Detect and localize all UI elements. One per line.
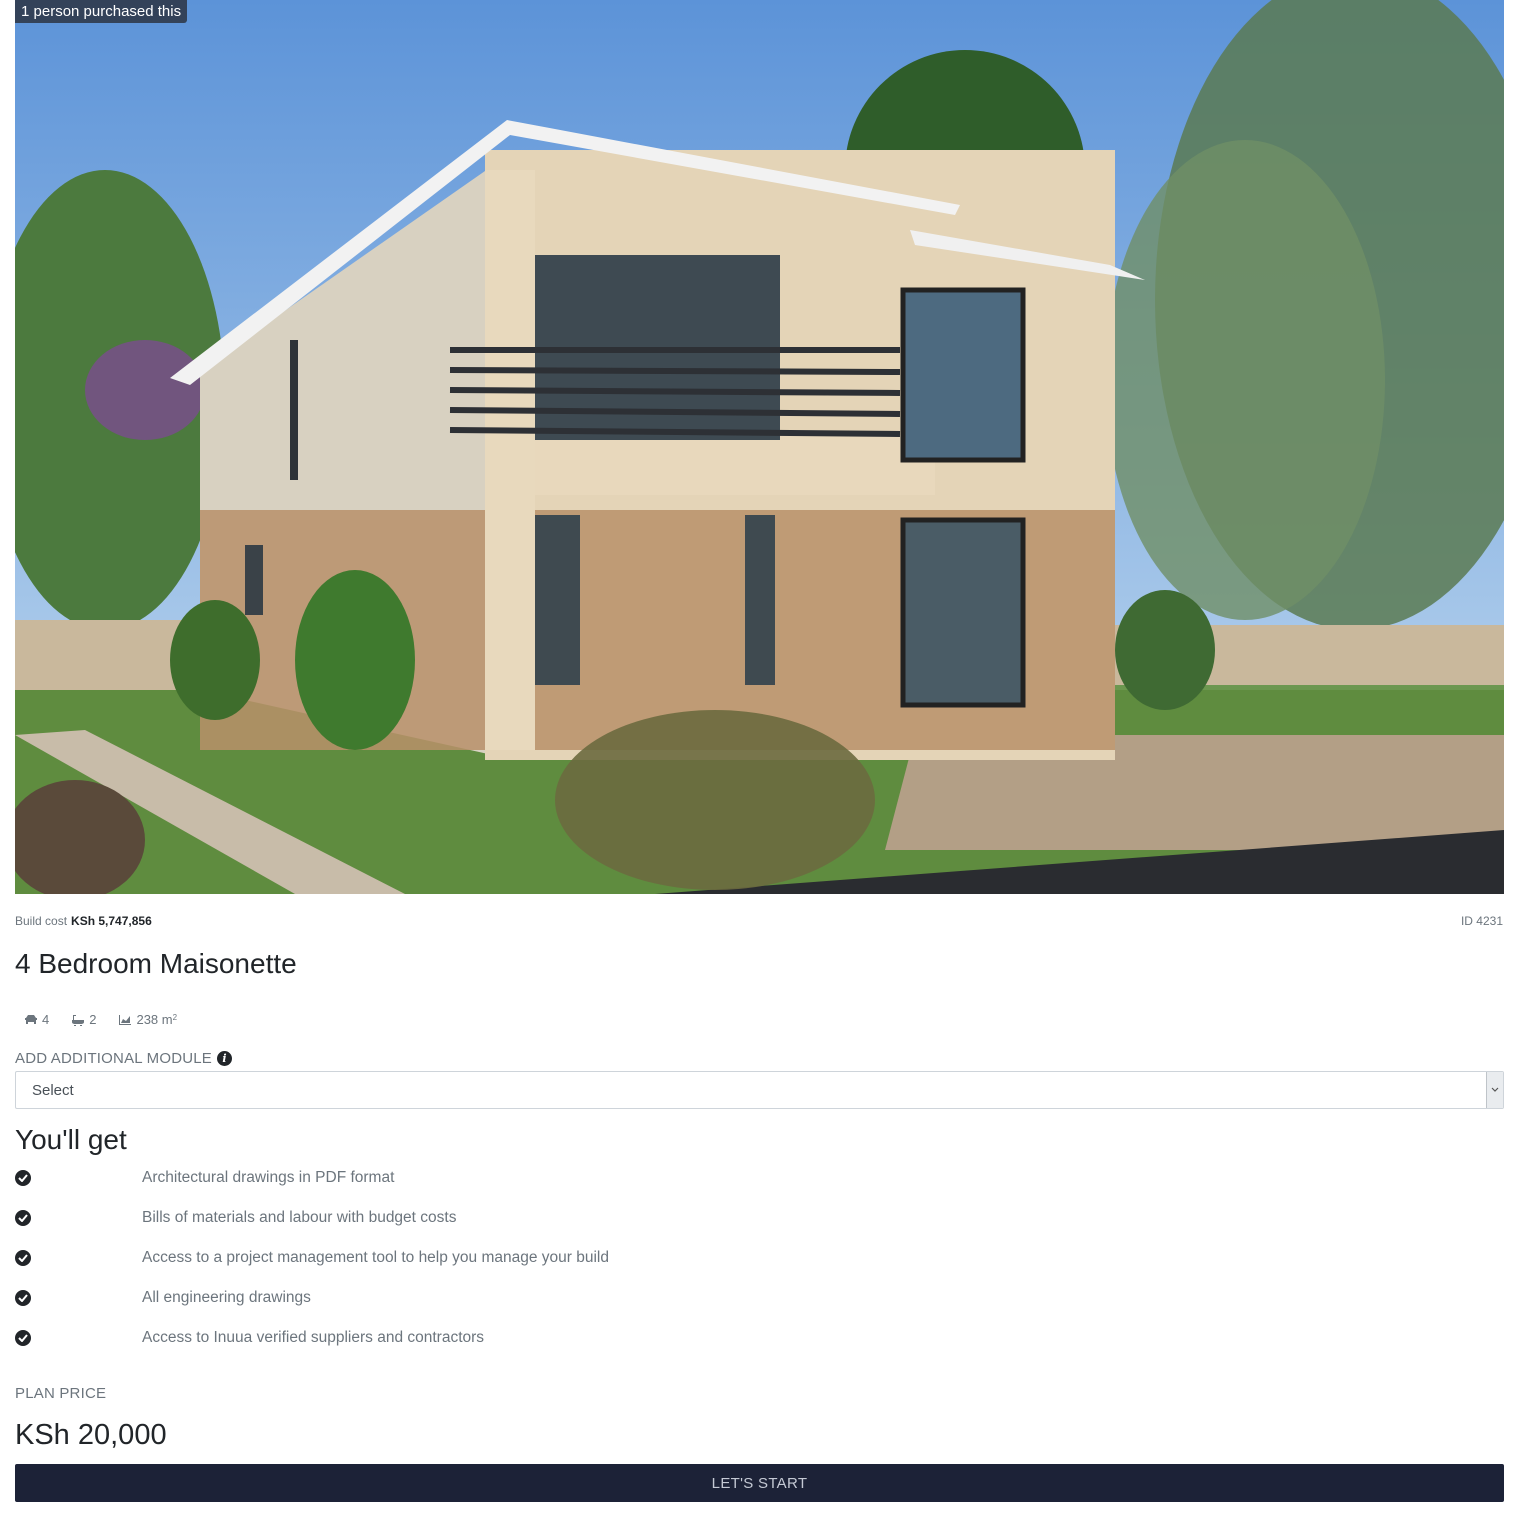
youll-get-heading: You'll get (15, 1124, 127, 1155)
list-item: Access to Inuua verified suppliers and c… (15, 1324, 1504, 1364)
house-image[interactable] (15, 0, 1504, 894)
feature-text: Access to Inuua verified suppliers and c… (142, 1329, 485, 1346)
check-circle-icon (15, 1330, 31, 1346)
plan-price-value: KSh 20,000 (15, 1419, 167, 1451)
feature-text: Architectural drawings in PDF format (142, 1169, 395, 1186)
area-spec: 238 m2 (118, 1012, 177, 1027)
plan-price-label: PLAN PRICE (15, 1385, 107, 1402)
page-title: 4 Bedroom Maisonette (15, 948, 297, 979)
module-select[interactable]: Select (15, 1071, 1504, 1109)
feature-text: All engineering drawings (142, 1289, 311, 1306)
list-item: All engineering drawings (15, 1284, 1504, 1324)
build-cost-row: Build cost KSh 5,747,856 ID 4231 (15, 914, 1504, 932)
area-unit-exponent: 2 (172, 1013, 178, 1022)
area-chart-icon (119, 1014, 132, 1025)
module-select-value: Select (32, 1082, 74, 1099)
check-circle-icon (15, 1170, 31, 1186)
add-module-label: ADD ADDITIONAL MODULE i (15, 1050, 233, 1067)
features-list: Architectural drawings in PDF format Bil… (15, 1164, 1504, 1364)
plan-specs: 4 2 238 m2 (24, 1012, 199, 1027)
house-render-illustration (15, 0, 1504, 894)
check-circle-icon (15, 1210, 31, 1226)
bed-icon (25, 1014, 37, 1024)
bath-icon (72, 1014, 85, 1026)
lets-start-button[interactable]: LET'S START (15, 1464, 1504, 1502)
plan-id: ID 4231 (1460, 914, 1503, 928)
area-value: 238 m (136, 1012, 173, 1027)
list-item: Access to a project management tool to h… (15, 1244, 1504, 1284)
build-cost-value: KSh 5,747,856 (71, 914, 152, 928)
bathrooms-spec: 2 (71, 1012, 96, 1027)
chevron-down-icon[interactable] (1486, 1072, 1503, 1108)
bedrooms-count: 4 (42, 1012, 50, 1027)
add-module-label-text: ADD ADDITIONAL MODULE (15, 1050, 213, 1067)
build-cost-label: Build cost (15, 914, 68, 928)
info-icon[interactable]: i (217, 1051, 233, 1066)
list-item: Architectural drawings in PDF format (15, 1164, 1504, 1204)
bedrooms-spec: 4 (24, 1012, 49, 1027)
check-circle-icon (15, 1290, 31, 1306)
feature-text: Access to a project management tool to h… (142, 1249, 609, 1266)
check-circle-icon (15, 1250, 31, 1266)
purchase-count-badge: 1 person purchased this (15, 0, 188, 23)
list-item: Bills of materials and labour with budge… (15, 1204, 1504, 1244)
feature-text: Bills of materials and labour with budge… (142, 1209, 457, 1226)
bathrooms-count: 2 (89, 1012, 97, 1027)
